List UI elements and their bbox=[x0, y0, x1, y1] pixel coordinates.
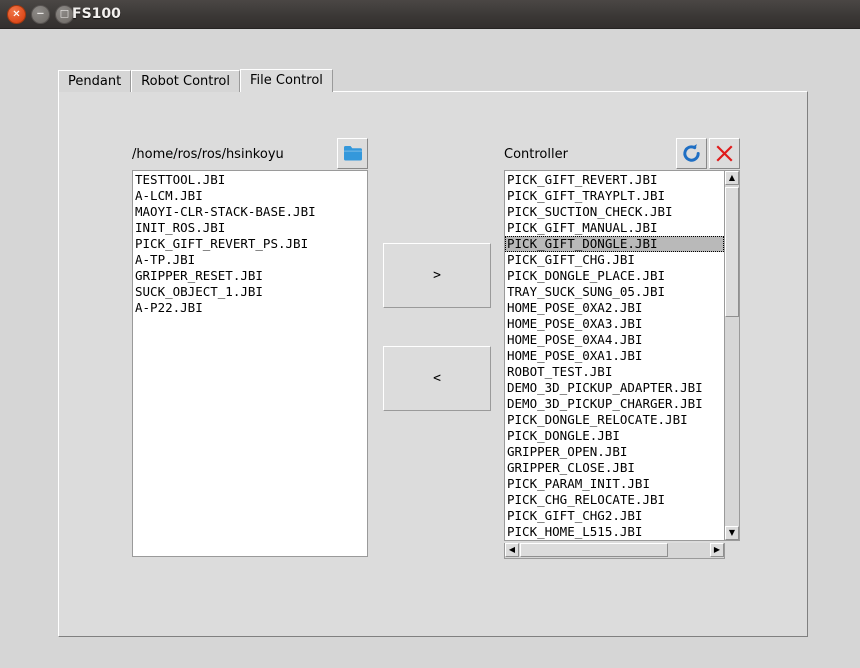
list-item[interactable]: PICK_DONGLE_RELOCATE.JBI bbox=[505, 412, 724, 428]
list-item[interactable]: DEMO_3D_PICKUP_ADAPTER.JBI bbox=[505, 380, 724, 396]
list-item[interactable]: TESTTOOL.JBI bbox=[133, 172, 367, 188]
application-window: × − □ FS100 Pendant Robot Control File C… bbox=[0, 0, 860, 668]
tab-pendant[interactable]: Pendant bbox=[58, 70, 132, 92]
list-item[interactable]: PICK_GIFT_MANUAL.JBI bbox=[505, 220, 724, 236]
close-icon: × bbox=[12, 8, 21, 19]
list-item[interactable]: TRAY_SUCK_SUNG_05.JBI bbox=[505, 284, 724, 300]
controller-file-list-items: PICK_GIFT_REVERT.JBI PICK_GIFT_TRAYPLT.JB… bbox=[505, 172, 724, 540]
horizontal-scrollbar-thumb[interactable] bbox=[520, 543, 668, 557]
local-path-label: /home/ros/ros/hsinkoyu bbox=[132, 147, 284, 162]
list-item[interactable]: INIT_ROS.JBI bbox=[133, 220, 367, 236]
delete-icon bbox=[716, 145, 733, 162]
transfer-to-local-label: < bbox=[433, 371, 441, 386]
minimize-icon: − bbox=[36, 8, 45, 19]
close-button[interactable]: × bbox=[7, 5, 26, 24]
local-file-list-items: TESTTOOL.JBI A-LCM.JBI MAOYI-CLR-STACK-BAS… bbox=[133, 172, 367, 316]
list-item[interactable]: HOME_POSE_0XA1.JBI bbox=[505, 348, 724, 364]
maximize-icon: □ bbox=[59, 8, 70, 19]
chevron-up-icon: ▲ bbox=[728, 173, 736, 182]
list-item[interactable]: SUCK_OBJECT_1.JBI bbox=[133, 284, 367, 300]
controller-list-horizontal-scrollbar[interactable]: ◀ ▶ bbox=[504, 543, 725, 559]
list-item[interactable]: PICK_GIFT_CHG2.JBI bbox=[505, 508, 724, 524]
controller-list-vertical-scrollbar[interactable]: ▲ ▼ bbox=[725, 170, 740, 541]
list-item[interactable]: A-TP.JBI bbox=[133, 252, 367, 268]
minimize-button[interactable]: − bbox=[31, 5, 50, 24]
window-controls: × − □ bbox=[7, 5, 74, 24]
chevron-left-icon: ◀ bbox=[508, 545, 516, 554]
local-path-row: /home/ros/ros/hsinkoyu bbox=[132, 138, 368, 170]
delete-button[interactable] bbox=[709, 138, 740, 169]
chevron-down-icon: ▼ bbox=[728, 528, 736, 537]
scroll-down-button[interactable]: ▼ bbox=[725, 526, 739, 540]
refresh-button[interactable] bbox=[676, 138, 707, 169]
list-item[interactable]: PICK_GIFT_REVERT_PS.JBI bbox=[133, 236, 367, 252]
tab-bar: Pendant Robot Control File Control bbox=[58, 69, 333, 92]
controller-file-list[interactable]: PICK_GIFT_REVERT.JBI PICK_GIFT_TRAYPLT.JB… bbox=[504, 170, 725, 541]
controller-label: Controller bbox=[504, 147, 568, 162]
list-item[interactable]: ROBOT_TEST.JBI bbox=[505, 364, 724, 380]
local-file-list[interactable]: TESTTOOL.JBI A-LCM.JBI MAOYI-CLR-STACK-BAS… bbox=[132, 170, 368, 557]
list-item[interactable]: DEMO_3D_PICKUP_CHARGER.JBI bbox=[505, 396, 724, 412]
transfer-to-local-button[interactable]: < bbox=[383, 346, 491, 411]
list-item[interactable]: PICK_GIFT_TRAYPLT.JBI bbox=[505, 188, 724, 204]
list-item[interactable]: PICK_SUCTION_CHECK.JBI bbox=[505, 204, 724, 220]
folder-icon bbox=[343, 146, 362, 161]
list-item-selected[interactable]: PICK_GIFT_DONGLE.JBI bbox=[505, 236, 724, 252]
list-item[interactable]: GRIPPER_RESET.JBI bbox=[133, 268, 367, 284]
list-item[interactable]: GRIPPER_CLOSE.JBI bbox=[505, 460, 724, 476]
list-item[interactable]: PICK_GIFT_REVERT.JBI bbox=[505, 172, 724, 188]
browse-folder-button[interactable] bbox=[337, 138, 368, 169]
controller-header-row: Controller bbox=[504, 138, 740, 170]
refresh-icon bbox=[683, 144, 700, 162]
scroll-up-button[interactable]: ▲ bbox=[725, 171, 739, 185]
chevron-right-icon: ▶ bbox=[713, 545, 721, 554]
window-title: FS100 bbox=[72, 6, 121, 22]
list-item[interactable]: HOME_POSE_0XA3.JBI bbox=[505, 316, 724, 332]
scroll-right-button[interactable]: ▶ bbox=[710, 543, 724, 557]
tab-robot-control[interactable]: Robot Control bbox=[131, 70, 241, 92]
list-item[interactable]: PICK_DONGLE.JBI bbox=[505, 428, 724, 444]
list-item[interactable]: A-P22.JBI bbox=[133, 300, 367, 316]
list-item[interactable]: PICK_HOME_L515.JBI bbox=[505, 524, 724, 540]
list-item[interactable]: HOME_POSE_0XA4.JBI bbox=[505, 332, 724, 348]
tab-file-control[interactable]: File Control bbox=[240, 69, 333, 92]
list-item[interactable]: GRIPPER_OPEN.JBI bbox=[505, 444, 724, 460]
list-item[interactable]: PICK_GIFT_CHG.JBI bbox=[505, 252, 724, 268]
window-titlebar: × − □ FS100 bbox=[0, 0, 860, 29]
list-item[interactable]: PICK_CHG_RELOCATE.JBI bbox=[505, 492, 724, 508]
list-item[interactable]: A-LCM.JBI bbox=[133, 188, 367, 204]
transfer-to-controller-button[interactable]: > bbox=[383, 243, 491, 308]
list-item[interactable]: HOME_POSE_0XA2.JBI bbox=[505, 300, 724, 316]
list-item[interactable]: PICK_PARAM_INIT.JBI bbox=[505, 476, 724, 492]
vertical-scrollbar-thumb[interactable] bbox=[725, 187, 739, 317]
list-item[interactable]: PICK_DONGLE_PLACE.JBI bbox=[505, 268, 724, 284]
list-item[interactable]: MAOYI-CLR-STACK-BASE.JBI bbox=[133, 204, 367, 220]
scroll-left-button[interactable]: ◀ bbox=[505, 543, 519, 557]
transfer-to-controller-label: > bbox=[433, 268, 441, 283]
